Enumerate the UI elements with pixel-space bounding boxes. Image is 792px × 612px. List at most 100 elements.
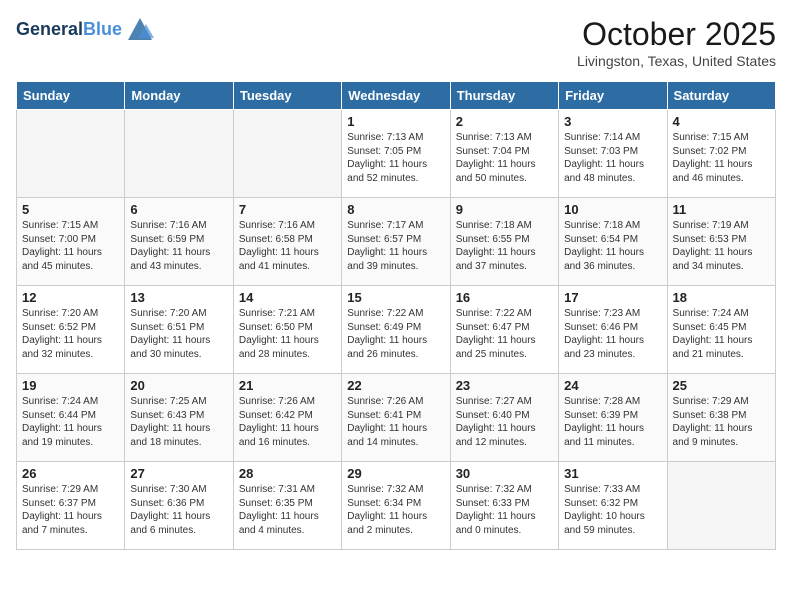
day-number: 19 — [22, 378, 119, 393]
calendar-cell: 2Sunrise: 7:13 AM Sunset: 7:04 PM Daylig… — [450, 110, 558, 198]
day-number: 6 — [130, 202, 227, 217]
calendar-cell: 21Sunrise: 7:26 AM Sunset: 6:42 PM Dayli… — [233, 374, 341, 462]
weekday-header-tuesday: Tuesday — [233, 82, 341, 110]
title-block: October 2025 Livingston, Texas, United S… — [577, 16, 776, 69]
day-number: 27 — [130, 466, 227, 481]
day-number: 12 — [22, 290, 119, 305]
day-number: 20 — [130, 378, 227, 393]
day-info: Sunrise: 7:17 AM Sunset: 6:57 PM Dayligh… — [347, 219, 444, 273]
day-number: 8 — [347, 202, 444, 217]
weekday-header-friday: Friday — [559, 82, 667, 110]
day-info: Sunrise: 7:32 AM Sunset: 6:33 PM Dayligh… — [456, 483, 553, 537]
day-info: Sunrise: 7:13 AM Sunset: 7:05 PM Dayligh… — [347, 131, 444, 185]
calendar-cell: 27 Sunrise: 7:30 AM Sunset: 6:36 PM Dayli… — [125, 462, 233, 550]
calendar-table: SundayMondayTuesdayWednesdayThursdayFrid… — [16, 81, 776, 550]
day-info: Sunrise: 7:18 AM Sunset: 6:55 PM Dayligh… — [456, 219, 553, 273]
calendar-cell: 24Sunrise: 7:28 AM Sunset: 6:39 PM Dayli… — [559, 374, 667, 462]
day-info: Sunrise: 7:14 AM Sunset: 7:03 PM Dayligh… — [564, 131, 661, 185]
logo: GeneralBlue — [16, 16, 154, 44]
day-number: 29 — [347, 466, 444, 481]
calendar-cell: 4Sunrise: 7:15 AM Sunset: 7:02 PM Daylig… — [667, 110, 775, 198]
day-number: 25 — [673, 378, 770, 393]
day-number: 14 — [239, 290, 336, 305]
day-info: Sunrise: 7:26 AM Sunset: 6:41 PM Dayligh… — [347, 395, 444, 449]
calendar-cell: 18 Sunrise: 7:24 AM Sunset: 6:45 PM Dayli… — [667, 286, 775, 374]
day-info: Sunrise: 7:13 AM Sunset: 7:04 PM Dayligh… — [456, 131, 553, 185]
calendar-cell: 9Sunrise: 7:18 AM Sunset: 6:55 PM Daylig… — [450, 198, 558, 286]
calendar-header-row: SundayMondayTuesdayWednesdayThursdayFrid… — [17, 82, 776, 110]
weekday-header-sunday: Sunday — [17, 82, 125, 110]
day-number: 28 — [239, 466, 336, 481]
calendar-cell: 8 Sunrise: 7:17 AM Sunset: 6:57 PM Daylig… — [342, 198, 450, 286]
day-info: Sunrise: 7:29 AM Sunset: 6:37 PM Dayligh… — [22, 483, 119, 537]
weekday-header-wednesday: Wednesday — [342, 82, 450, 110]
day-info: Sunrise: 7:21 AM Sunset: 6:50 PM Dayligh… — [239, 307, 336, 361]
day-info: Sunrise: 7:16 AM Sunset: 6:59 PM Dayligh… — [130, 219, 227, 273]
calendar-cell: 30 Sunrise: 7:32 AM Sunset: 6:33 PM Dayli… — [450, 462, 558, 550]
day-info: Sunrise: 7:25 AM Sunset: 6:43 PM Dayligh… — [130, 395, 227, 449]
calendar-cell — [667, 462, 775, 550]
day-info: Sunrise: 7:24 AM Sunset: 6:45 PM Dayligh… — [673, 307, 770, 361]
calendar-cell: 22 Sunrise: 7:26 AM Sunset: 6:41 PM Dayli… — [342, 374, 450, 462]
day-number: 21 — [239, 378, 336, 393]
day-number: 1 — [347, 114, 444, 129]
calendar-cell: 12 Sunrise: 7:20 AM Sunset: 6:52 PM Dayli… — [17, 286, 125, 374]
day-info: Sunrise: 7:33 AM Sunset: 6:32 PM Dayligh… — [564, 483, 661, 537]
day-number: 13 — [130, 290, 227, 305]
day-info: Sunrise: 7:18 AM Sunset: 6:54 PM Dayligh… — [564, 219, 661, 273]
day-number: 18 — [673, 290, 770, 305]
weekday-header-thursday: Thursday — [450, 82, 558, 110]
day-number: 5 — [22, 202, 119, 217]
day-info: Sunrise: 7:29 AM Sunset: 6:38 PM Dayligh… — [673, 395, 770, 449]
calendar-cell: 31 Sunrise: 7:33 AM Sunset: 6:32 PM Dayli… — [559, 462, 667, 550]
calendar-cell: 5 Sunrise: 7:15 AM Sunset: 7:00 PM Daylig… — [17, 198, 125, 286]
calendar-cell: 29 Sunrise: 7:32 AM Sunset: 6:34 PM Dayli… — [342, 462, 450, 550]
calendar-week-3: 12 Sunrise: 7:20 AM Sunset: 6:52 PM Dayli… — [17, 286, 776, 374]
day-number: 30 — [456, 466, 553, 481]
calendar-cell: 1 Sunrise: 7:13 AM Sunset: 7:05 PM Daylig… — [342, 110, 450, 198]
day-info: Sunrise: 7:32 AM Sunset: 6:34 PM Dayligh… — [347, 483, 444, 537]
day-number: 16 — [456, 290, 553, 305]
calendar-cell: 25 Sunrise: 7:29 AM Sunset: 6:38 PM Dayli… — [667, 374, 775, 462]
day-info: Sunrise: 7:15 AM Sunset: 7:02 PM Dayligh… — [673, 131, 770, 185]
day-info: Sunrise: 7:16 AM Sunset: 6:58 PM Dayligh… — [239, 219, 336, 273]
day-info: Sunrise: 7:28 AM Sunset: 6:39 PM Dayligh… — [564, 395, 661, 449]
calendar-cell: 16 Sunrise: 7:22 AM Sunset: 6:47 PM Dayli… — [450, 286, 558, 374]
calendar-cell: 26Sunrise: 7:29 AM Sunset: 6:37 PM Dayli… — [17, 462, 125, 550]
calendar-cell: 11Sunrise: 7:19 AM Sunset: 6:53 PM Dayli… — [667, 198, 775, 286]
calendar-week-4: 19 Sunrise: 7:24 AM Sunset: 6:44 PM Dayli… — [17, 374, 776, 462]
calendar-week-2: 5 Sunrise: 7:15 AM Sunset: 7:00 PM Daylig… — [17, 198, 776, 286]
calendar-cell: 10 Sunrise: 7:18 AM Sunset: 6:54 PM Dayli… — [559, 198, 667, 286]
calendar-cell: 20 Sunrise: 7:25 AM Sunset: 6:43 PM Dayli… — [125, 374, 233, 462]
calendar-cell — [17, 110, 125, 198]
day-info: Sunrise: 7:24 AM Sunset: 6:44 PM Dayligh… — [22, 395, 119, 449]
day-info: Sunrise: 7:23 AM Sunset: 6:46 PM Dayligh… — [564, 307, 661, 361]
day-info: Sunrise: 7:15 AM Sunset: 7:00 PM Dayligh… — [22, 219, 119, 273]
day-info: Sunrise: 7:20 AM Sunset: 6:52 PM Dayligh… — [22, 307, 119, 361]
day-number: 22 — [347, 378, 444, 393]
calendar-cell: 14 Sunrise: 7:21 AM Sunset: 6:50 PM Dayli… — [233, 286, 341, 374]
day-info: Sunrise: 7:27 AM Sunset: 6:40 PM Dayligh… — [456, 395, 553, 449]
calendar-cell — [233, 110, 341, 198]
day-info: Sunrise: 7:19 AM Sunset: 6:53 PM Dayligh… — [673, 219, 770, 273]
day-info: Sunrise: 7:22 AM Sunset: 6:47 PM Dayligh… — [456, 307, 553, 361]
day-number: 31 — [564, 466, 661, 481]
day-info: Sunrise: 7:31 AM Sunset: 6:35 PM Dayligh… — [239, 483, 336, 537]
day-number: 7 — [239, 202, 336, 217]
calendar-cell: 3 Sunrise: 7:14 AM Sunset: 7:03 PM Daylig… — [559, 110, 667, 198]
location: Livingston, Texas, United States — [577, 53, 776, 69]
logo-icon — [126, 16, 154, 44]
calendar-cell — [125, 110, 233, 198]
page-header: GeneralBlue October 2025 Livingston, Tex… — [16, 16, 776, 69]
day-info: Sunrise: 7:22 AM Sunset: 6:49 PM Dayligh… — [347, 307, 444, 361]
day-number: 3 — [564, 114, 661, 129]
calendar-cell: 23 Sunrise: 7:27 AM Sunset: 6:40 PM Dayli… — [450, 374, 558, 462]
day-number: 23 — [456, 378, 553, 393]
calendar-cell: 28 Sunrise: 7:31 AM Sunset: 6:35 PM Dayli… — [233, 462, 341, 550]
calendar-cell: 13Sunrise: 7:20 AM Sunset: 6:51 PM Dayli… — [125, 286, 233, 374]
calendar-week-5: 26Sunrise: 7:29 AM Sunset: 6:37 PM Dayli… — [17, 462, 776, 550]
day-info: Sunrise: 7:30 AM Sunset: 6:36 PM Dayligh… — [130, 483, 227, 537]
day-number: 10 — [564, 202, 661, 217]
calendar-cell: 7 Sunrise: 7:16 AM Sunset: 6:58 PM Daylig… — [233, 198, 341, 286]
calendar-cell: 17Sunrise: 7:23 AM Sunset: 6:46 PM Dayli… — [559, 286, 667, 374]
